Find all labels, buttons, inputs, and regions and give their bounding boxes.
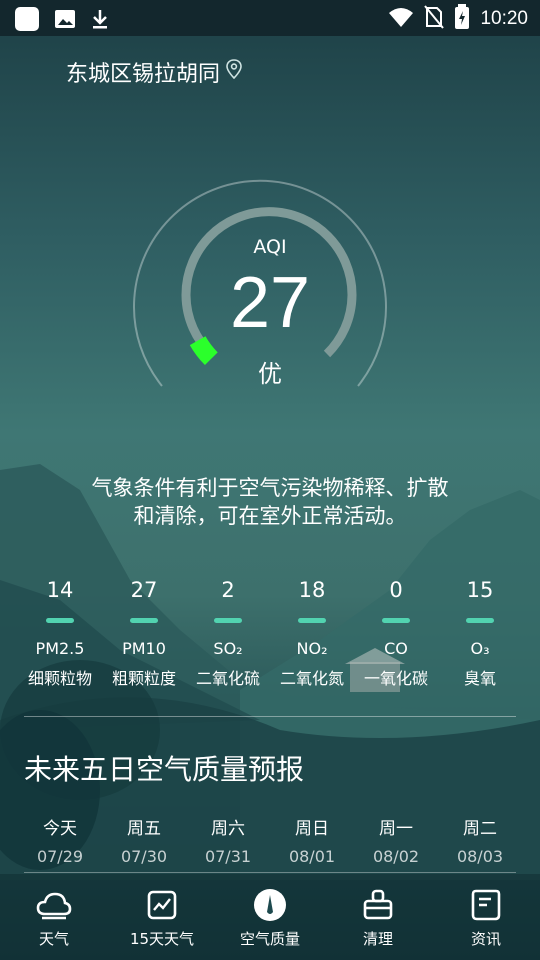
location-pin-icon [226,59,242,85]
pollutant-o3[interactable]: 15 O₃ 臭氧 [438,578,522,689]
pollutant-value: 0 [389,578,403,602]
forecast-day: 今天 [43,819,77,839]
nav-tab-news[interactable]: 资讯 [432,874,540,960]
pollutant-value: 27 [130,578,158,602]
advice-line-2: 和清除，可在室外正常活动。 [133,504,407,528]
image-icon [54,8,76,34]
no-sim-icon [424,5,445,33]
pollutant-pm25[interactable]: 14 PM2.5 细颗粒物 [18,578,102,689]
forecast-day-item[interactable]: 周六 07/31 [186,814,270,866]
forecast-title: 未来五日空气质量预报 [24,753,305,786]
aqi-label: AQI [253,236,287,258]
forecast-day: 周五 [127,819,161,839]
bottom-navigation: 天气 15天天气 空气质量 清理 资讯 [0,874,540,960]
forecast-date: 07/31 [204,847,252,866]
pollutant-level-bar [382,618,410,623]
nav-tab-air-quality[interactable]: 空气质量 [216,874,324,960]
nav-tab-15day[interactable]: 15天天气 [108,874,216,960]
forecast-days: 今天 07/29 周五 07/30 周六 07/31 周日 08/01 周一 0… [18,814,522,866]
section-divider [24,716,516,717]
forecast-day: 周一 [379,819,413,839]
pollutant-cn-name: 二氧化氮 [279,669,344,688]
advice-line-1: 气象条件有利于空气污染物稀释、扩散 [91,476,449,500]
broom-icon [324,888,432,922]
pollutant-name: NO₂ [296,639,328,658]
nav-divider [24,872,516,873]
forecast-day-item[interactable]: 周日 08/01 [270,814,354,866]
pollutant-level-bar [214,618,242,623]
aqi-level: 优 [258,360,282,388]
pollutant-level-bar [298,618,326,623]
battery-icon [454,4,470,34]
nav-label: 15天天气 [129,930,195,948]
nav-label: 资讯 [470,930,501,948]
pollutant-no2[interactable]: 18 NO₂ 二氧化氮 [270,578,354,689]
pollutant-value: 14 [46,578,74,602]
nav-tab-weather[interactable]: 天气 [0,874,108,960]
forecast-date: 07/29 [36,847,84,866]
pollutant-value: 18 [298,578,326,602]
trend-chart-icon [108,888,216,922]
news-icon [432,888,540,922]
download-icon [90,8,110,34]
pollutant-name: SO₂ [213,639,243,658]
app-icon [14,6,40,36]
pollutant-so2[interactable]: 2 SO₂ 二氧化硫 [186,578,270,689]
forecast-date: 08/03 [456,847,504,866]
aqi-value: 27 [229,263,311,343]
pollutant-cn-name: 一氧化碳 [363,669,428,688]
air-quality-icon [216,888,324,922]
pollutant-cn-name: 臭氧 [463,669,496,688]
pollutant-level-bar [46,618,74,623]
wifi-icon [388,6,414,32]
forecast-day: 周六 [211,819,245,839]
nav-label: 天气 [38,930,69,948]
pollutant-cn-name: 细颗粒物 [27,669,92,688]
forecast-day-item[interactable]: 周五 07/30 [102,814,186,866]
forecast-day: 周日 [295,819,329,839]
pollutant-value: 2 [221,578,235,602]
pollutant-cn-name: 粗颗粒度 [111,669,176,688]
pollutant-cn-name: 二氧化硫 [195,669,260,688]
nav-label: 空气质量 [239,930,300,948]
pollutant-name: PM2.5 [35,639,85,658]
pollutant-pm10[interactable]: 27 PM10 粗颗粒度 [102,578,186,689]
nav-label: 清理 [362,930,393,948]
pollutant-co[interactable]: 0 CO 一氧化碳 [354,578,438,689]
forecast-date: 07/30 [120,847,168,866]
forecast-day: 周二 [463,819,497,839]
pollutant-value: 15 [466,578,494,602]
forecast-day-item[interactable]: 周二 08/03 [438,814,522,866]
forecast-date: 08/01 [288,847,336,866]
pollutant-level-bar [130,618,158,623]
cloud-icon [0,888,108,922]
pollutant-name: O₃ [470,639,490,658]
status-time: 10:20 [480,8,528,29]
pollutant-level-bar [466,618,494,623]
pollutant-name: PM10 [122,639,166,658]
air-quality-advice: 气象条件有利于空气污染物稀释、扩散 和清除，可在室外正常活动。 [60,474,480,530]
location-name: 东城区锡拉胡同 [66,62,221,87]
forecast-day-item[interactable]: 周一 08/02 [354,814,438,866]
nav-tab-clean[interactable]: 清理 [324,874,432,960]
forecast-date: 08/02 [372,847,420,866]
status-bar: 10:20 [0,0,540,36]
pollutant-list: 14 PM2.5 细颗粒物 27 PM10 粗颗粒度 2 SO₂ 二氧化硫 18… [18,578,522,689]
pollutant-name: CO [384,639,408,658]
location-header[interactable]: 东城区锡拉胡同 [66,56,242,88]
forecast-day-item[interactable]: 今天 07/29 [18,814,102,866]
